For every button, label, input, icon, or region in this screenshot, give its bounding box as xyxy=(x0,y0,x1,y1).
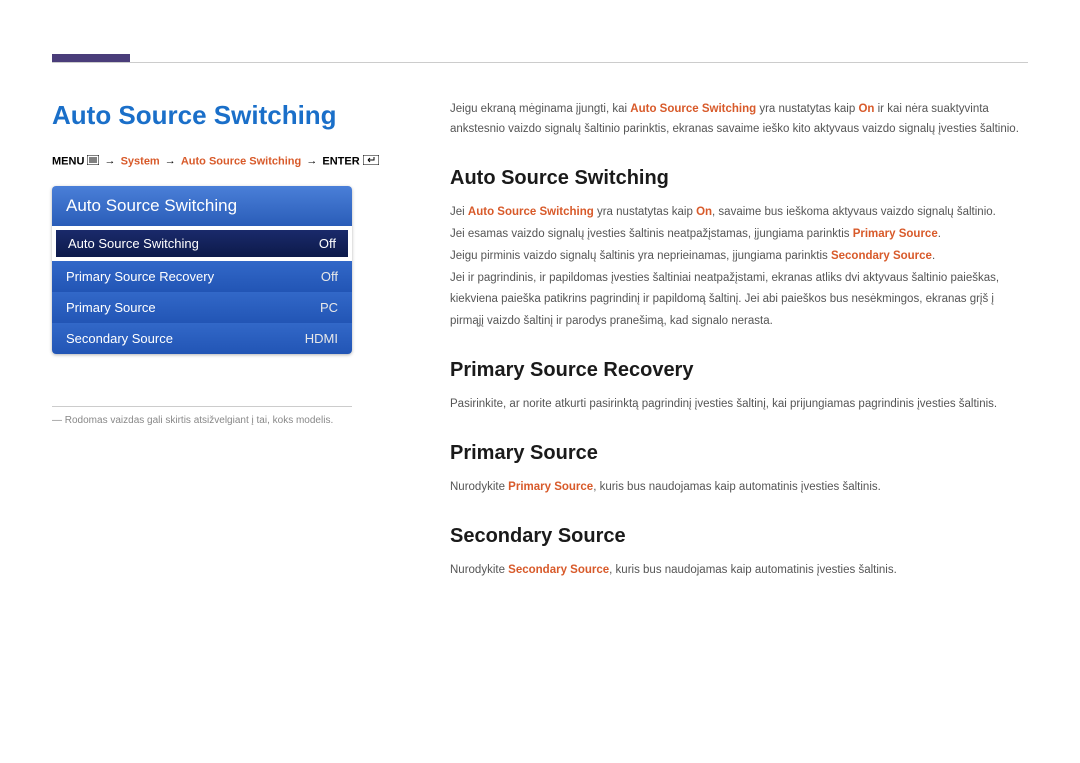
osd-item-primary-source[interactable]: Primary Source PC xyxy=(52,292,352,323)
arrow-icon: → xyxy=(103,155,118,167)
breadcrumb: MENU → System → Auto Source Switching → … xyxy=(52,155,402,168)
footnote-rule xyxy=(52,406,352,407)
osd-header: Auto Source Switching xyxy=(52,186,352,226)
section-body: Nurodykite Primary Source, kuris bus nau… xyxy=(450,477,1028,499)
menu-icon xyxy=(87,155,99,168)
section-heading-primary-source: Primary Source xyxy=(450,442,1028,465)
enter-icon xyxy=(363,155,379,168)
osd-item-label: Primary Source Recovery xyxy=(66,269,214,284)
section-heading-secondary-source: Secondary Source xyxy=(450,525,1028,548)
osd-item-value: HDMI xyxy=(305,331,338,346)
osd-item-label: Secondary Source xyxy=(66,331,173,346)
page-title: Auto Source Switching xyxy=(52,100,402,131)
osd-item-label: Primary Source xyxy=(66,300,156,315)
footnote: ― Rodomas vaizdas gali skirtis atsižvelg… xyxy=(52,415,402,426)
osd-item-primary-source-recovery[interactable]: Primary Source Recovery Off xyxy=(52,261,352,292)
breadcrumb-menu: MENU xyxy=(52,155,84,167)
header-tab xyxy=(52,54,130,62)
intro-paragraph: Jeigu ekraną mėginama įjungti, kai Auto … xyxy=(450,100,1028,139)
breadcrumb-auto: Auto Source Switching xyxy=(181,155,301,167)
osd-item-auto-source-switching[interactable]: Auto Source Switching Off xyxy=(54,228,350,259)
osd-panel: Auto Source Switching Auto Source Switch… xyxy=(52,186,352,354)
breadcrumb-enter: ENTER xyxy=(322,155,359,167)
osd-item-secondary-source[interactable]: Secondary Source HDMI xyxy=(52,323,352,354)
section-body: Pasirinkite, ar norite atkurti pasirinkt… xyxy=(450,394,1028,416)
osd-item-label: Auto Source Switching xyxy=(68,236,199,251)
section-body: Jei Auto Source Switching yra nustatytas… xyxy=(450,202,1028,333)
section-heading-auto-source-switching: Auto Source Switching xyxy=(450,167,1028,190)
section-heading-primary-source-recovery: Primary Source Recovery xyxy=(450,359,1028,382)
section-body: Nurodykite Secondary Source, kuris bus n… xyxy=(450,560,1028,582)
osd-item-value: PC xyxy=(320,300,338,315)
osd-item-value: Off xyxy=(319,236,336,251)
arrow-icon: → xyxy=(163,155,178,167)
breadcrumb-system: System xyxy=(121,155,160,167)
osd-item-value: Off xyxy=(321,269,338,284)
arrow-icon: → xyxy=(304,155,319,167)
header-rule xyxy=(52,62,1028,63)
